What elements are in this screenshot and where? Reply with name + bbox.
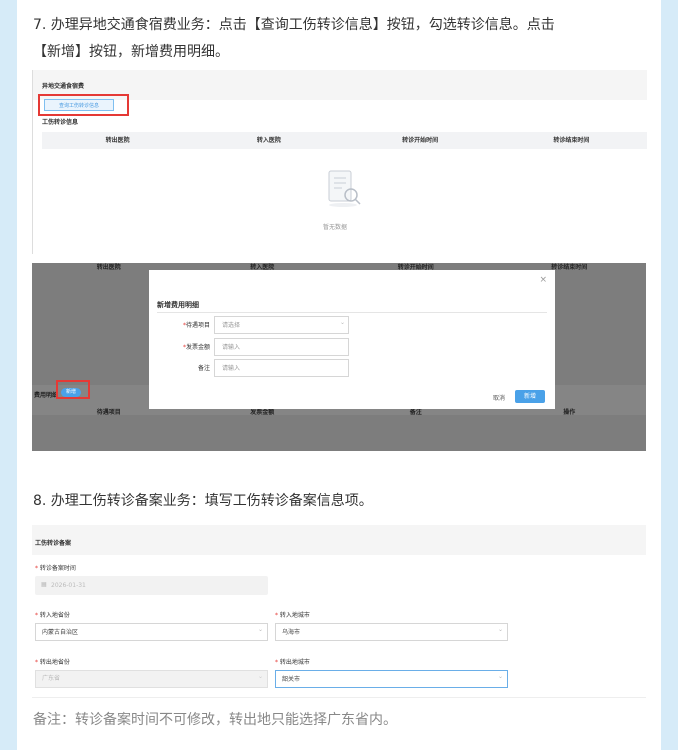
empty-document-icon — [328, 170, 361, 207]
bg-col-remark: 备注 — [409, 409, 422, 416]
filing-header — [32, 525, 646, 555]
chevron-down-icon: ⌄ — [258, 626, 264, 633]
referral-info-title: 工伤转诊信息 — [42, 119, 79, 126]
out-province-select: 广东省 — [35, 670, 268, 688]
col-end-time: 转诊结束时间 — [553, 137, 590, 144]
section-title: 异地交通食宿费 — [42, 83, 85, 90]
field-benefit-label-text: 待遇项目 — [185, 322, 210, 329]
col-start-time: 转诊开始时间 — [402, 137, 439, 144]
step7-text: 7. 办理异地交通食宿费业务：点击【查询工伤转诊信息】按钮，勾选转诊信息。点击 … — [33, 12, 555, 66]
highlight-box-add — [56, 380, 90, 399]
required-mark: * — [275, 612, 278, 619]
step7-line1: 7. 办理异地交通食宿费业务：点击【查询工伤转诊信息】按钮，勾选转诊信息。点击 — [33, 17, 555, 33]
step8-text: 8. 办理工伤转诊备案业务：填写工伤转诊备案信息项。 — [33, 493, 373, 509]
article-card: 7. 办理异地交通食宿费业务：点击【查询工伤转诊信息】按钮，勾选转诊信息。点击 … — [17, 0, 661, 750]
screenshot-query-referral: 异地交通食宿费 查询工伤转诊信息 工伤转诊信息 转出医院 转入医院 转诊开始时间… — [32, 70, 647, 254]
out-province-label: * 转出地省份 — [35, 657, 70, 666]
referral-table-header: 转出医院 转入医院 转诊开始时间 转诊结束时间 — [42, 132, 647, 149]
chevron-down-icon: ⌄ — [498, 626, 504, 633]
confirm-add-button[interactable]: 新增 — [515, 390, 545, 403]
bg-expense-table-header: 待遇项目 发票金额 备注 操作 — [32, 408, 646, 418]
add-expense-modal: × 新增费用明细 *待遇项目 请选择 ⌄ *发票金额 请输入 备注 请输入 取消… — [149, 270, 555, 409]
date-input: ▦ 2026-01-31 — [35, 576, 268, 595]
bg-col-benefit: 待遇项目 — [96, 409, 121, 416]
step7-line2: 【新增】按钮，新增费用明细。 — [33, 44, 229, 60]
date-label-text: 转诊备案时间 — [39, 565, 76, 572]
field-benefit-label: *待遇项目 — [180, 320, 210, 329]
left-margin — [0, 0, 17, 750]
col-in-hospital: 转入医院 — [256, 137, 281, 144]
screenshot-referral-filing: 工伤转诊备案 * 转诊备案时间 ▦ 2026-01-31 * 转入地省份 内蒙古… — [32, 525, 646, 697]
note-text: 备注：转诊备案时间不可修改，转出地只能选择广东省内。 — [33, 712, 397, 728]
date-label: * 转诊备案时间 — [35, 563, 76, 572]
field-amount-label: *发票金额 — [180, 342, 210, 351]
out-city-label-text: 转出地城市 — [279, 659, 310, 666]
in-province-label-text: 转入地省份 — [39, 612, 70, 619]
out-city-select[interactable]: 韶关市 — [275, 670, 508, 688]
modal-title: 新增费用明细 — [157, 301, 199, 309]
modal-divider — [157, 312, 547, 313]
bg-col-action: 操作 — [563, 409, 576, 416]
chevron-down-icon: ⌄ — [340, 319, 346, 326]
required-mark: * — [275, 659, 278, 666]
amount-input[interactable]: 请输入 — [214, 338, 349, 356]
required-mark: * — [35, 565, 38, 572]
field-remark-label: 备注 — [197, 365, 210, 372]
in-city-select[interactable]: 乌海市 — [275, 623, 508, 641]
out-city-label: * 转出地城市 — [275, 657, 310, 666]
in-city-label-text: 转入地城市 — [279, 612, 310, 619]
col-out-hospital: 转出医院 — [105, 137, 130, 144]
field-amount-label-text: 发票金额 — [185, 344, 210, 351]
right-margin — [661, 0, 678, 750]
required-mark: * — [35, 612, 38, 619]
date-value: 2026-01-31 — [51, 582, 86, 589]
chevron-down-icon: ⌄ — [498, 673, 504, 680]
in-province-select[interactable]: 内蒙古自治区 — [35, 623, 268, 641]
in-city-label: * 转入地城市 — [275, 610, 310, 619]
benefit-select[interactable]: 请选择 — [214, 316, 349, 334]
bg-col-amount: 发票金额 — [250, 409, 275, 416]
bg-expense-label: 费用明细 — [34, 392, 59, 399]
out-province-label-text: 转出地省份 — [39, 659, 70, 666]
empty-text: 暂无数据 — [323, 224, 348, 231]
in-province-label: * 转入地省份 — [35, 610, 70, 619]
divider — [32, 697, 646, 698]
highlight-box-query — [38, 94, 129, 116]
chevron-down-icon: ⌄ — [258, 673, 264, 680]
close-icon[interactable]: × — [539, 275, 547, 285]
calendar-icon: ▦ — [41, 581, 47, 588]
remark-input[interactable]: 请输入 — [214, 359, 349, 377]
required-mark: * — [35, 659, 38, 666]
filing-title: 工伤转诊备案 — [35, 540, 72, 547]
screenshot-add-expense-modal: 转出医院 转入医院 转诊开始时间 转诊结束时间 费用明细 新增 待遇项目 发票金… — [32, 263, 646, 451]
cancel-button[interactable]: 取消 — [493, 393, 505, 402]
